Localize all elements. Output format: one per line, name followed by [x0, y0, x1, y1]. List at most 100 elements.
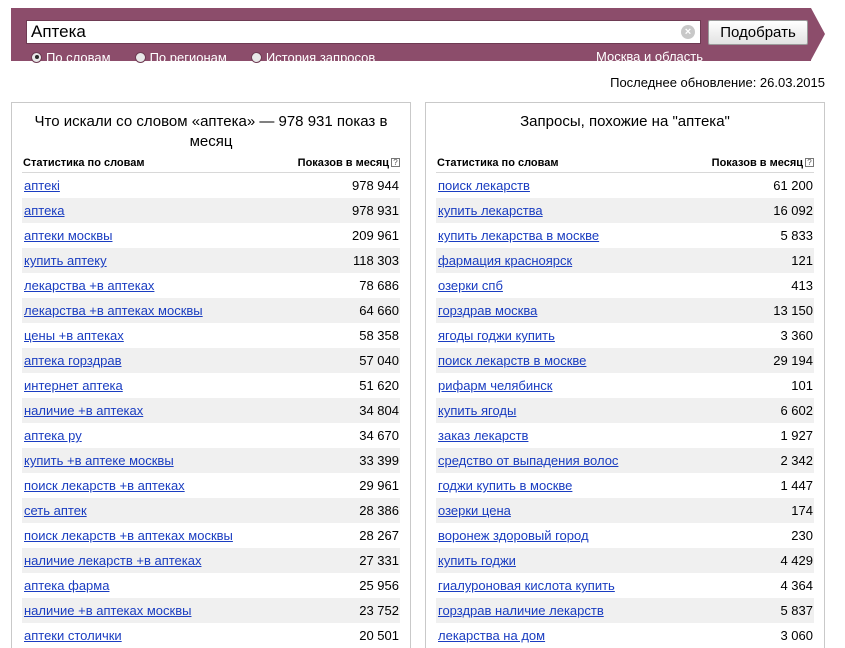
- col-count-header: Показов в месяц?: [298, 157, 400, 169]
- phrase-link[interactable]: купить +в аптеке москвы: [24, 448, 174, 473]
- table-row: лекарства на дом 3 060: [436, 623, 814, 648]
- impressions-count: 28 267: [359, 528, 399, 543]
- panel-title: Запросы, похожие на "аптека": [520, 113, 730, 130]
- impressions-count: 23 752: [359, 603, 399, 618]
- table-row: купить +в аптеке москвы 33 399: [22, 448, 400, 473]
- col-phrase-header: Статистика по словам: [437, 157, 559, 169]
- table-row: купить ягоды 6 602: [436, 398, 814, 423]
- phrase-link[interactable]: купить лекарства: [438, 198, 543, 223]
- table-row: аптека фарма 25 956: [22, 573, 400, 598]
- table-row: купить лекарства 16 092: [436, 198, 814, 223]
- table-row: средство от выпадения волос 2 342: [436, 448, 814, 473]
- col-count-label: Показов в месяц: [711, 157, 803, 169]
- impressions-count: 978 931: [352, 203, 399, 218]
- table-row: купить аптеку 118 303: [22, 248, 400, 273]
- option-history[interactable]: История запросов: [250, 49, 376, 65]
- table-row: лекарства +в аптеках москвы 64 660: [22, 298, 400, 323]
- panel-keyword-stats: Что искали со словом «аптека» — 978 931 …: [11, 102, 411, 648]
- phrase-link[interactable]: лекарства +в аптеках: [24, 273, 154, 298]
- option-label: История запросов: [265, 49, 376, 65]
- radio-icon[interactable]: [134, 51, 146, 63]
- phrase-link[interactable]: аптека горздрав: [24, 348, 122, 373]
- phrase-link[interactable]: поиск лекарств +в аптеках москвы: [24, 523, 233, 548]
- impressions-count: 27 331: [359, 553, 399, 568]
- page: × Подобрать По словам По регионам Истори…: [0, 0, 845, 648]
- option-by-words[interactable]: По словам: [31, 50, 111, 65]
- region-link[interactable]: Москва и область: [596, 49, 703, 64]
- phrase-link[interactable]: рифарм челябинск: [438, 373, 552, 398]
- radio-icon[interactable]: [250, 51, 262, 63]
- impressions-count: 4 364: [780, 578, 813, 593]
- phrase-link[interactable]: аптекі: [24, 173, 60, 198]
- help-icon[interactable]: ?: [391, 158, 400, 167]
- phrase-link[interactable]: горздрав москва: [438, 298, 537, 323]
- option-label: По словам: [46, 49, 111, 65]
- phrase-link[interactable]: наличие +в аптеках москвы: [24, 598, 191, 623]
- submit-button[interactable]: Подобрать: [708, 20, 808, 45]
- panel-similar-queries: Запросы, похожие на "аптека" Статистика …: [425, 102, 825, 648]
- phrase-link[interactable]: гиалуроновая кислота купить: [438, 573, 615, 598]
- phrase-link[interactable]: аптека: [24, 198, 65, 223]
- phrase-link[interactable]: озерки цена: [438, 498, 511, 523]
- table-row: поиск лекарств 61 200: [436, 173, 814, 198]
- table-row: воронеж здоровый город 230: [436, 523, 814, 548]
- impressions-count: 4 429: [780, 553, 813, 568]
- table-row: заказ лекарств 1 927: [436, 423, 814, 448]
- table-row: наличие +в аптеках москвы 23 752: [22, 598, 400, 623]
- table-row: аптека 978 931: [22, 198, 400, 223]
- impressions-count: 3 360: [780, 328, 813, 343]
- table-row: поиск лекарств +в аптеках москвы 28 267: [22, 523, 400, 548]
- option-label: По регионам: [149, 49, 227, 65]
- phrase-link[interactable]: сеть аптек: [24, 498, 87, 523]
- phrase-link[interactable]: аптека ру: [24, 423, 82, 448]
- impressions-count: 978 944: [352, 178, 399, 193]
- phrase-link[interactable]: годжи купить в москве: [438, 473, 572, 498]
- phrase-link[interactable]: аптеки москвы: [24, 223, 112, 248]
- phrase-link[interactable]: цены +в аптеках: [24, 323, 124, 348]
- keyword-list: аптекі 978 944 аптека 978 931 аптеки москвы 2…: [22, 173, 400, 648]
- impressions-count: 78 686: [359, 278, 399, 293]
- phrase-link[interactable]: озерки спб: [438, 273, 503, 298]
- impressions-count: 64 660: [359, 303, 399, 318]
- search-box[interactable]: ×: [26, 20, 701, 44]
- phrase-link[interactable]: фармация красноярск: [438, 248, 572, 273]
- table-row: озерки спб 413: [436, 273, 814, 298]
- phrase-link[interactable]: наличие лекарств +в аптеках: [24, 548, 201, 573]
- impressions-count: 1 447: [780, 478, 813, 493]
- table-row: гиалуроновая кислота купить 4 364: [436, 573, 814, 598]
- phrase-link[interactable]: поиск лекарств +в аптеках: [24, 473, 185, 498]
- table-row: поиск лекарств +в аптеках 29 961: [22, 473, 400, 498]
- phrase-link[interactable]: лекарства +в аптеках москвы: [24, 298, 203, 323]
- table-row: лекарства +в аптеках 78 686: [22, 273, 400, 298]
- phrase-link[interactable]: горздрав наличие лекарств: [438, 598, 604, 623]
- table-row: наличие лекарств +в аптеках 27 331: [22, 548, 400, 573]
- phrase-link[interactable]: воронеж здоровый город: [438, 523, 589, 548]
- table-row: годжи купить в москве 1 447: [436, 473, 814, 498]
- impressions-count: 33 399: [359, 453, 399, 468]
- phrase-link[interactable]: средство от выпадения волос: [438, 448, 618, 473]
- phrase-link[interactable]: заказ лекарств: [438, 423, 528, 448]
- impressions-count: 1 927: [780, 428, 813, 443]
- impressions-count: 34 804: [359, 403, 399, 418]
- phrase-link[interactable]: лекарства на дом: [438, 623, 545, 648]
- table-row: аптекі 978 944: [22, 173, 400, 198]
- search-input[interactable]: [31, 21, 671, 43]
- phrase-link[interactable]: ягоды годжи купить: [438, 323, 555, 348]
- phrase-link[interactable]: аптека фарма: [24, 573, 109, 598]
- table-row: рифарм челябинск 101: [436, 373, 814, 398]
- option-by-regions[interactable]: По регионам: [134, 49, 227, 65]
- phrase-link[interactable]: интернет аптека: [24, 373, 123, 398]
- phrase-link[interactable]: поиск лекарств в москве: [438, 348, 586, 373]
- help-icon[interactable]: ?: [805, 158, 814, 167]
- table-row: наличие +в аптеках 34 804: [22, 398, 400, 423]
- phrase-link[interactable]: поиск лекарств: [438, 173, 530, 198]
- phrase-link[interactable]: наличие +в аптеках: [24, 398, 143, 423]
- radio-checked-icon[interactable]: [31, 51, 42, 63]
- phrase-link[interactable]: купить лекарства в москве: [438, 223, 599, 248]
- phrase-link[interactable]: купить аптеку: [24, 248, 107, 273]
- phrase-link[interactable]: аптеки столички: [24, 623, 122, 648]
- impressions-count: 29 961: [359, 478, 399, 493]
- phrase-link[interactable]: купить ягоды: [438, 398, 516, 423]
- clear-icon[interactable]: ×: [681, 25, 695, 39]
- phrase-link[interactable]: купить годжи: [438, 548, 516, 573]
